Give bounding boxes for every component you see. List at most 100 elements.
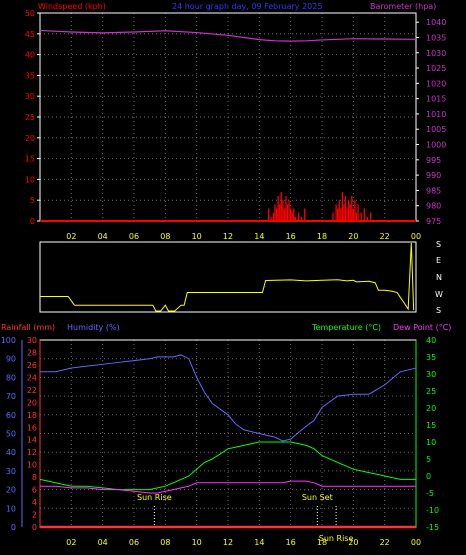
direction-label-n: N [436, 273, 442, 282]
sun-event-label: Sun Rise [137, 493, 172, 502]
humidity-axis-label: Humidity (%) [67, 323, 120, 332]
rainfall-tick-label: 20 [27, 398, 37, 407]
temperature-tick-label: 20 [426, 404, 436, 413]
barometer-tick-label: 1040 [426, 18, 446, 27]
barometer-tick-label: 1015 [426, 95, 446, 104]
direction-label-s-top: S [436, 240, 441, 249]
humidity-tick-label: 80 [6, 373, 16, 382]
barometer-tick-label: 1020 [426, 79, 446, 88]
rainfall-tick-label: 30 [27, 336, 37, 345]
barometer-tick-label: 1035 [426, 33, 446, 42]
humidity-tick-label: 40 [6, 448, 16, 457]
rainfall-tick-label: 16 [27, 423, 37, 432]
temperature-tick-label: -15 [426, 523, 439, 532]
windspeed-axis-label: Windspeed (kph) [38, 2, 106, 11]
rainfall-tick-label: 6 [32, 486, 37, 495]
hour-tick-label: 18 [317, 232, 327, 241]
temperature-tick-label: 35 [426, 353, 436, 362]
barometer-tick-label: 980 [426, 202, 441, 211]
humidity-tick-label: 60 [6, 411, 16, 420]
hour-tick-label: 02 [66, 538, 76, 547]
barometer-tick-label: 1005 [426, 125, 446, 134]
temperature-axis-label: Temperature (°C) [311, 323, 381, 332]
rainfall-tick-label: 14 [27, 436, 37, 445]
weather-graph: Windspeed (kph) 24 hour graph day, 09 Fe… [0, 0, 466, 555]
humidity-tick-label: 100 [1, 336, 16, 345]
direction-label-s-bottom: S [436, 306, 441, 315]
barometer-tick-label: 1000 [426, 141, 446, 150]
hour-tick-label: 02 [66, 232, 76, 241]
windspeed-tick-label: 20 [25, 134, 35, 143]
barometer-tick-label: 985 [426, 186, 441, 195]
temperature-tick-label: 40 [426, 336, 436, 345]
humidity-tick-label: 70 [6, 392, 16, 401]
hour-tick-label: 10 [192, 232, 202, 241]
hour-tick-label: 16 [286, 232, 296, 241]
rainfall-tick-label: 12 [27, 448, 37, 457]
rainfall-tick-label: 2 [32, 511, 37, 520]
windspeed-tick-label: 0 [30, 217, 35, 226]
rainfall-tick-label: 22 [27, 386, 37, 395]
hour-tick-label: 20 [348, 232, 358, 241]
barometer-tick-label: 995 [426, 156, 441, 165]
hour-tick-label: 06 [129, 538, 139, 547]
rainfall-tick-label: 26 [27, 361, 37, 370]
windspeed-tick-label: 45 [25, 30, 35, 39]
windspeed-tick-label: 15 [25, 155, 35, 164]
temperature-tick-label: 10 [426, 438, 436, 447]
humidity-tick-label: 90 [6, 355, 16, 364]
barometer-tick-label: 990 [426, 171, 441, 180]
barometer-tick-label: 1010 [426, 110, 446, 119]
hour-tick-label: 14 [254, 232, 264, 241]
humidity-tick-label: 30 [6, 467, 16, 476]
temperature-tick-label: 25 [426, 387, 436, 396]
hour-tick-label: 12 [223, 232, 233, 241]
hour-tick-label: 16 [286, 538, 296, 547]
rainfall-tick-label: 8 [32, 473, 37, 482]
windspeed-tick-label: 30 [25, 92, 35, 101]
hour-tick-label: 22 [380, 538, 390, 547]
windspeed-tick-label: 35 [25, 71, 35, 80]
temperature-tick-label: -5 [426, 489, 434, 498]
windspeed-tick-label: 5 [30, 196, 35, 205]
hour-tick-label: 14 [254, 538, 264, 547]
rainfall-tick-label: 10 [27, 461, 37, 470]
humidity-tick-label: 10 [6, 504, 16, 513]
windspeed-tick-label: 25 [25, 113, 35, 122]
rainfall-axis-label: Rainfall (mm) [1, 323, 55, 332]
barometer-tick-label: 1030 [426, 49, 446, 58]
hour-tick-label: 08 [160, 232, 170, 241]
temperature-tick-label: 5 [426, 455, 431, 464]
barometer-tick-label: 1025 [426, 64, 446, 73]
hour-tick-label: 04 [98, 538, 108, 547]
windspeed-tick-label: 40 [25, 51, 35, 60]
barometer-axis-label: Barometer (hpa) [370, 2, 436, 11]
hour-tick-label: 00 [411, 538, 421, 547]
humidity-tick-label: 50 [6, 430, 16, 439]
rainfall-tick-label: 4 [32, 498, 37, 507]
hour-tick-label: 18 [317, 538, 327, 547]
rainfall-tick-label: 18 [27, 411, 37, 420]
direction-label-e: E [436, 256, 441, 265]
sun-event-label: Sun Set [302, 493, 333, 502]
rainfall-tick-label: 28 [27, 348, 37, 357]
temperature-tick-label: 30 [426, 370, 436, 379]
temperature-tick-label: -10 [426, 506, 439, 515]
temperature-tick-label: 0 [426, 472, 431, 481]
humidity-tick-label: 0 [11, 523, 16, 532]
barometer-tick-label: 975 [426, 217, 441, 226]
direction-label-w: W [435, 290, 443, 299]
hour-tick-label: 00 [411, 232, 421, 241]
temperature-tick-label: 15 [426, 421, 436, 430]
dewpoint-axis-label: Dew Point (°C) [393, 323, 451, 332]
hour-tick-label: 10 [192, 538, 202, 547]
hour-tick-label: 08 [160, 538, 170, 547]
hour-tick-label: 04 [98, 232, 108, 241]
windspeed-tick-label: 50 [25, 9, 35, 18]
rainfall-tick-label: 24 [27, 373, 37, 382]
hour-tick-label: 22 [380, 232, 390, 241]
hour-tick-label: 06 [129, 232, 139, 241]
windspeed-tick-label: 10 [25, 175, 35, 184]
rainfall-tick-label: 0 [32, 523, 37, 532]
graph-title: 24 hour graph day, 09 February 2025 [172, 2, 322, 11]
